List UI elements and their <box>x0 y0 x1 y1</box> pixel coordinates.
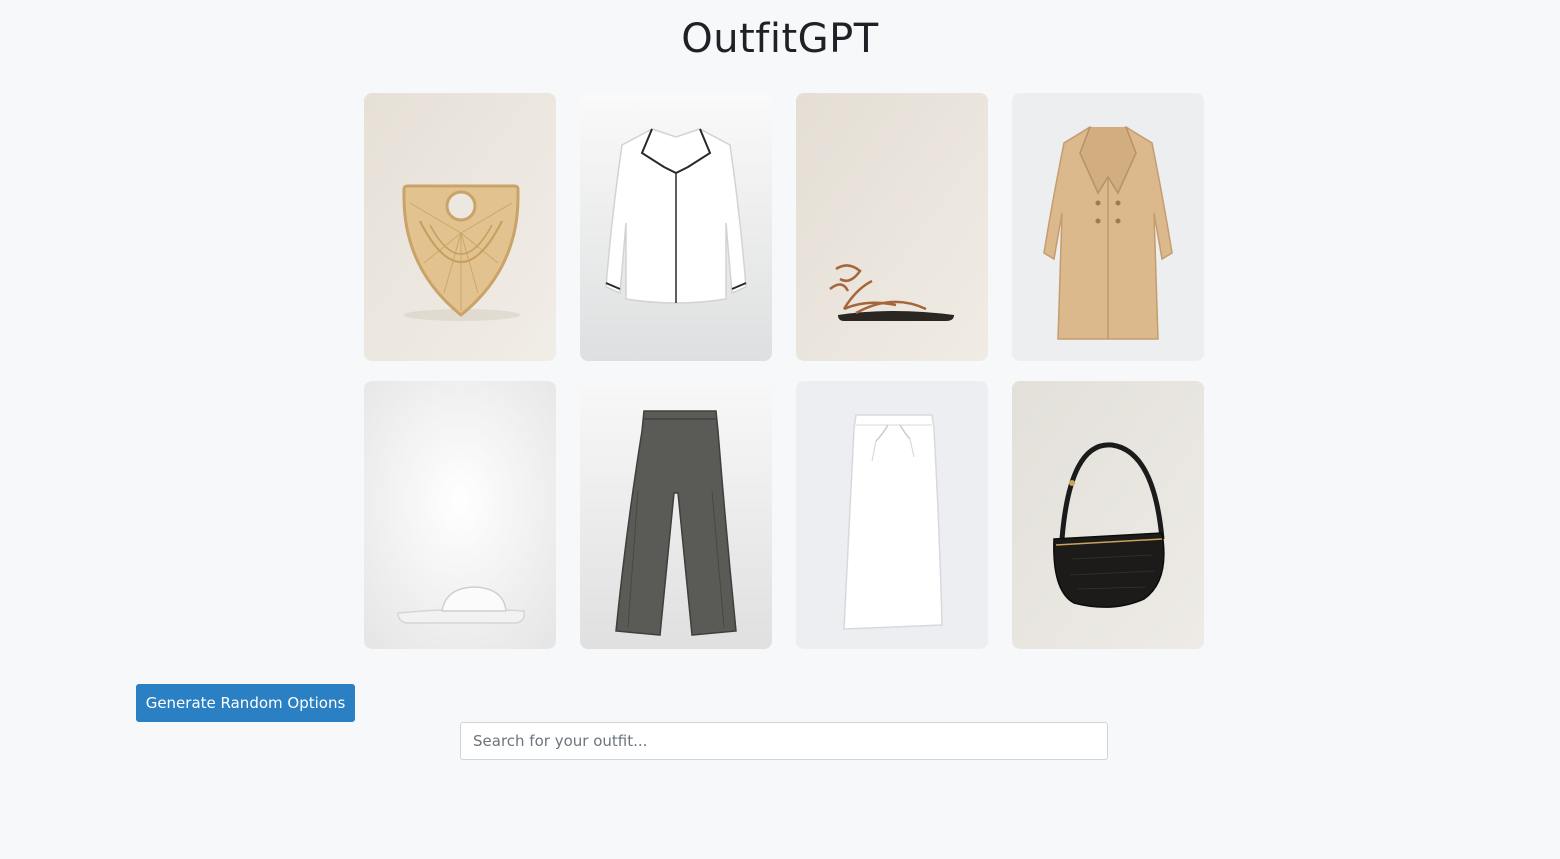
product-card-sandals[interactable] <box>796 93 988 361</box>
outfit-search-input[interactable] <box>460 722 1108 760</box>
product-card-rattan-bag[interactable] <box>364 93 556 361</box>
product-card-white-shirt[interactable] <box>580 93 772 361</box>
generate-random-options-button[interactable]: Generate Random Options <box>136 684 355 722</box>
page-title: OutfitGPT <box>681 16 879 62</box>
grey-flared-trousers-icon <box>580 381 772 649</box>
product-card-grey-trousers[interactable] <box>580 381 772 649</box>
rattan-half-moon-bag-icon <box>364 93 556 361</box>
camel-double-breasted-coat-icon <box>1012 93 1204 361</box>
product-card-white-skirt[interactable] <box>796 381 988 649</box>
product-card-white-slide[interactable] <box>364 381 556 649</box>
outfitgpt-page: OutfitGPT Generate Random Options Search… <box>0 0 1560 859</box>
white-piped-shirt-icon <box>580 93 772 361</box>
black-croc-shoulder-bag-icon <box>1012 381 1204 649</box>
white-slide-sandal-icon <box>364 381 556 649</box>
product-grid <box>364 93 1204 649</box>
product-card-black-bag[interactable] <box>1012 381 1204 649</box>
product-card-camel-coat[interactable] <box>1012 93 1204 361</box>
white-midi-skirt-icon <box>796 381 988 649</box>
tie-up-flat-sandals-icon <box>796 93 988 361</box>
